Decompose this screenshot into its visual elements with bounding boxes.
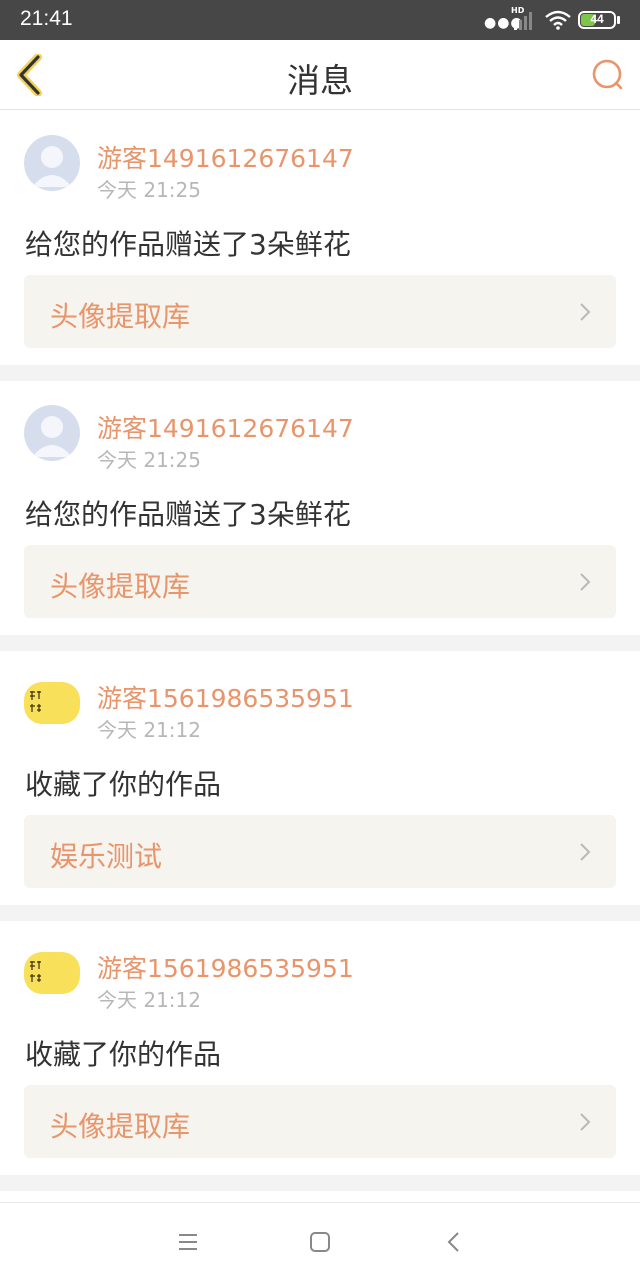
message-card: 游客1561986535951 今天 21:12 收藏了你的作品 娱乐测试 <box>0 651 640 905</box>
card-separator <box>0 365 640 381</box>
message-time: 今天 21:25 <box>97 448 201 472</box>
chevron-right-icon <box>580 1113 591 1131</box>
chevron-right-icon <box>580 303 591 321</box>
message-text: 给您的作品赠送了3朵鲜花 <box>25 498 351 531</box>
message-time: 今天 21:12 <box>97 718 201 742</box>
chevron-right-icon <box>580 573 591 591</box>
search-icon[interactable] <box>590 58 624 92</box>
message-time: 今天 21:12 <box>97 988 201 1012</box>
work-title: 头像提取库 <box>50 300 191 333</box>
message-text: 收藏了你的作品 <box>25 1038 222 1071</box>
back-triangle-icon[interactable] <box>441 1229 467 1255</box>
menu-icon[interactable] <box>175 1229 201 1255</box>
home-square-icon[interactable] <box>307 1229 333 1255</box>
yellow-calligraphy-avatar-icon[interactable] <box>24 952 80 994</box>
work-link[interactable]: 头像提取库 <box>24 275 616 348</box>
card-separator <box>0 1175 640 1191</box>
chevron-right-icon <box>580 843 591 861</box>
message-card: 游客1491612676147 今天 21:25 给您的作品赠送了3朵鲜花 头像… <box>0 381 640 635</box>
work-link[interactable]: 头像提取库 <box>24 1085 616 1158</box>
message-text: 收藏了你的作品 <box>25 768 222 801</box>
message-card: 游客1561986535951 今天 21:12 收藏了你的作品 头像提取库 <box>0 921 640 1175</box>
status-time: 21:41 <box>20 7 73 30</box>
work-title: 娱乐测试 <box>50 840 163 873</box>
battery-level: 44 <box>590 12 604 26</box>
page-title: 消息 <box>287 61 353 100</box>
sender-name[interactable]: 游客1561986535951 <box>97 679 354 715</box>
work-title: 头像提取库 <box>50 1110 191 1143</box>
battery-icon: 44 <box>578 11 616 29</box>
sender-name[interactable]: 游客1491612676147 <box>97 409 354 445</box>
card-separator <box>0 635 640 651</box>
system-nav-bar <box>0 1202 640 1280</box>
default-user-icon[interactable] <box>24 135 80 191</box>
message-card: 游客1491612676147 今天 21:25 给您的作品赠送了3朵鲜花 头像… <box>0 111 640 365</box>
work-link[interactable]: 娱乐测试 <box>24 815 616 888</box>
message-time: 今天 21:25 <box>97 178 201 202</box>
message-list: 游客1491612676147 今天 21:25 给您的作品赠送了3朵鲜花 头像… <box>0 111 640 1191</box>
work-title: 头像提取库 <box>50 570 191 603</box>
signal-icon <box>514 12 532 30</box>
sender-name[interactable]: 游客1561986535951 <box>97 949 354 985</box>
card-separator <box>0 905 640 921</box>
work-link[interactable]: 头像提取库 <box>24 545 616 618</box>
default-user-icon[interactable] <box>24 405 80 461</box>
message-text: 给您的作品赠送了3朵鲜花 <box>25 228 351 261</box>
battery-tip <box>617 16 620 24</box>
status-bar: 21:41 ●●● HD 44 <box>0 0 640 40</box>
sender-name[interactable]: 游客1491612676147 <box>97 139 354 175</box>
app-bar: 消息 <box>0 40 640 110</box>
yellow-calligraphy-avatar-icon[interactable] <box>24 682 80 724</box>
wifi-icon <box>545 10 571 30</box>
